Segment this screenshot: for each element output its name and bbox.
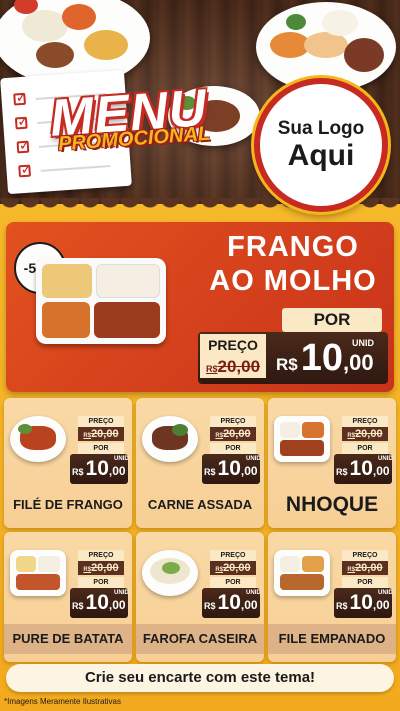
dish-name: FAROFA CASEIRA — [136, 624, 264, 654]
new-price: R$ 10,00 — [72, 592, 126, 614]
new-price: R$ 10,00 — [336, 458, 390, 480]
logo-placeholder[interactable]: Sua Logo Aqui — [254, 78, 388, 212]
new-price: R$ 10,00 — [72, 458, 126, 480]
menu-item-card[interactable]: PREÇO R$20,00 POR UNID R$ 10,00 FILE EMPA… — [268, 532, 396, 662]
cta-banner[interactable]: Crie seu encarte com este tema! — [6, 664, 394, 692]
currency-symbol: R$ — [336, 467, 348, 477]
dish-name: PURE DE BATATA — [4, 624, 132, 654]
old-price: R$20,00 — [342, 427, 388, 441]
old-currency: R$ — [215, 567, 224, 573]
old-price-value: 20,00 — [355, 562, 383, 574]
price-integer: 10 — [300, 337, 344, 379]
price-integer: 10 — [217, 457, 241, 480]
old-price: R$20,00 — [200, 356, 266, 378]
por-label: POR — [78, 443, 124, 454]
preco-label: PREÇO — [342, 550, 388, 561]
por-label: POR — [342, 443, 388, 454]
menu-item-card[interactable]: PREÇO R$20,00 POR UNID R$ 10,00 PURE DE B… — [4, 532, 132, 662]
new-price: R$ 10 ,00 — [276, 338, 374, 378]
old-currency: R$ — [347, 433, 356, 439]
old-price: R$20,00 — [78, 561, 124, 575]
currency-symbol: R$ — [204, 601, 216, 611]
old-price-value: 20,00 — [223, 562, 251, 574]
price-decimal: ,00 — [108, 464, 126, 478]
currency-symbol: R$ — [276, 355, 298, 374]
old-price-value: 20,00 — [355, 428, 383, 440]
price-integer: 10 — [349, 457, 373, 480]
old-currency: R$ — [347, 567, 356, 573]
currency-symbol: R$ — [72, 467, 84, 477]
currency-symbol: R$ — [336, 601, 348, 611]
old-price: R$20,00 — [342, 561, 388, 575]
old-price-value: 20,00 — [91, 428, 119, 440]
dish-image — [142, 550, 198, 596]
currency-symbol: R$ — [72, 601, 84, 611]
logo-text-line1: Sua Logo — [277, 118, 365, 139]
logo-text-line2: Aqui — [287, 139, 355, 172]
preco-label: PREÇO — [210, 416, 256, 427]
dish-image — [142, 416, 198, 462]
preco-label: PREÇO — [200, 334, 266, 356]
old-currency: R$ — [215, 433, 224, 439]
por-label: POR — [342, 577, 388, 588]
menu-item-card[interactable]: PREÇO R$20,00 POR UNID R$ 10,00 FILÉ DE F… — [4, 398, 132, 528]
new-price: R$ 10,00 — [336, 592, 390, 614]
price-integer: 10 — [85, 457, 109, 480]
old-currency: R$ — [205, 364, 218, 374]
new-price: R$ 10,00 — [204, 458, 258, 480]
old-price-value: 20,00 — [91, 562, 119, 574]
dish-image — [274, 416, 330, 462]
menu-item-card[interactable]: PREÇO R$20,00 POR UNID R$ 10,00 NHOQUE — [268, 398, 396, 528]
price-decimal: ,00 — [240, 598, 258, 612]
dish-name: FILE EMPANADO — [268, 624, 396, 654]
old-price: R$20,00 — [78, 427, 124, 441]
preco-label: PREÇO — [342, 416, 388, 427]
price-decimal: ,00 — [343, 350, 374, 375]
old-currency: R$ — [83, 567, 92, 573]
preco-label: PREÇO — [78, 550, 124, 561]
dish-image — [10, 416, 66, 462]
dish-name: NHOQUE — [285, 493, 379, 516]
old-price-value: 20,00 — [223, 428, 251, 440]
dish-image — [274, 550, 330, 596]
dish-name: FILÉ DE FRANGO — [13, 497, 123, 512]
price-decimal: ,00 — [240, 464, 258, 478]
featured-offer[interactable]: -50% FRANGO AO MOLHO POR PREÇO R$20,00 U… — [6, 222, 394, 392]
por-label: POR — [210, 577, 256, 588]
new-price: R$ 10,00 — [204, 592, 258, 614]
menu-item-card[interactable]: PREÇO R$20,00 POR UNID R$ 10,00 FAROFA CA… — [136, 532, 264, 662]
preco-label: PREÇO — [78, 416, 124, 427]
disclaimer-text: *Imagens Meramente Ilustrativas — [4, 697, 121, 706]
price-decimal: ,00 — [372, 464, 390, 478]
currency-symbol: R$ — [204, 467, 216, 477]
featured-name-line1: FRANGO — [227, 231, 359, 263]
price-integer: 10 — [217, 591, 241, 614]
featured-dish-name: FRANGO AO MOLHO — [198, 230, 388, 298]
featured-dish-image — [36, 258, 166, 344]
price-integer: 10 — [85, 591, 109, 614]
por-label: POR — [210, 443, 256, 454]
preco-label: PREÇO — [210, 550, 256, 561]
por-label: POR — [282, 308, 382, 332]
price-integer: 10 — [349, 591, 373, 614]
por-label: POR — [78, 577, 124, 588]
menu-item-card[interactable]: PREÇO R$20,00 POR UNID R$ 10,00 CARNE ASS… — [136, 398, 264, 528]
old-price: R$20,00 — [210, 561, 256, 575]
price-decimal: ,00 — [372, 598, 390, 612]
old-price-value: 20,00 — [217, 357, 261, 376]
old-price: R$20,00 — [210, 427, 256, 441]
price-decimal: ,00 — [108, 598, 126, 612]
old-currency: R$ — [83, 433, 92, 439]
featured-name-line2: AO MOLHO — [209, 265, 377, 297]
dish-name: CARNE ASSADA — [147, 497, 253, 512]
dish-image — [10, 550, 66, 596]
